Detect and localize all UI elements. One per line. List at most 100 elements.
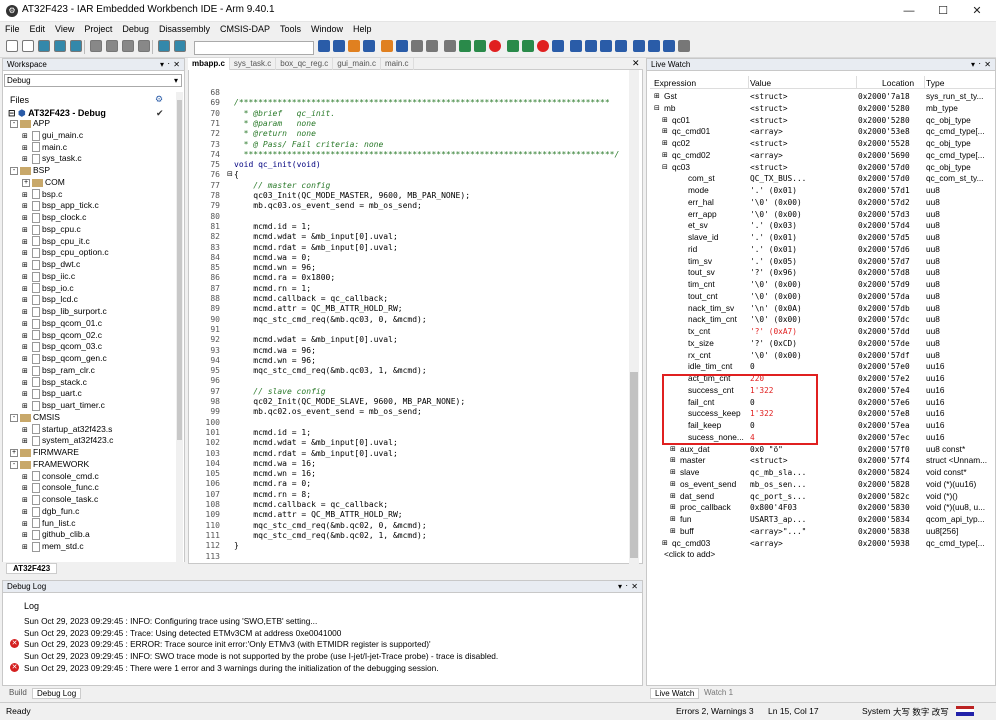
tree-scrollbar[interactable] bbox=[176, 92, 183, 562]
watch-row[interactable]: idle_tim_cnt 0 0x2000'57e0 uu16 bbox=[650, 361, 992, 373]
watch-row[interactable]: ⊞ qc_cmd01 <array> 0x2000'53e8 qc_cmd_type[.… bbox=[650, 126, 992, 138]
watch-row[interactable]: ⊞ os_event_send mb_os_sen... 0x2000'5828 voi… bbox=[650, 479, 992, 491]
tree-expander-icon[interactable]: - bbox=[10, 413, 18, 422]
expander-icon[interactable]: ⊞ bbox=[670, 491, 676, 503]
watch-row[interactable]: ⊟ qc03 <struct> 0x2000'57d0 qc_obj_type bbox=[650, 162, 992, 174]
tree-file[interactable]: ⊞ bsp_stack.c bbox=[22, 377, 87, 389]
tree-file[interactable]: ⊞ bsp_cpu.c bbox=[22, 224, 81, 236]
col-type[interactable]: Type bbox=[926, 78, 944, 88]
bookmark-icon[interactable] bbox=[348, 40, 360, 52]
watch-row[interactable]: tx_cnt '?' (0xA7) 0x2000'57dd uu8 bbox=[650, 326, 992, 338]
editor-scroll-thumb[interactable] bbox=[630, 372, 638, 558]
cut-icon[interactable] bbox=[90, 40, 102, 52]
breakpoint-add-icon[interactable] bbox=[381, 40, 393, 52]
copy-icon[interactable] bbox=[106, 40, 118, 52]
menu-tools[interactable]: Tools bbox=[275, 22, 306, 36]
col-location[interactable]: Location bbox=[882, 78, 914, 88]
watch-row[interactable]: ⊞ dat_send qc_port_s... 0x2000'582c void (*)… bbox=[650, 491, 992, 503]
editor-tab[interactable]: mbapp.c bbox=[188, 58, 230, 70]
watch-row[interactable]: ⊞ Gst <struct> 0x2000'7a18 sys_run_st_ty... bbox=[650, 91, 992, 103]
expander-icon[interactable]: ⊞ bbox=[662, 150, 668, 162]
tree-folder[interactable]: - FRAMEWORK bbox=[10, 459, 89, 471]
watch-row[interactable]: ⊞ fun USART3_ap... 0x2000'5834 qcom_api_typ.… bbox=[650, 514, 992, 526]
watch-row[interactable]: <click to add> bbox=[650, 549, 992, 561]
expander-icon[interactable]: ⊞ bbox=[662, 115, 668, 127]
panel-close-icon[interactable]: ▾ ᛫ ✕ bbox=[160, 59, 180, 70]
tree-file[interactable]: ⊞ dgb_fun.c bbox=[22, 506, 79, 518]
minimize-icon[interactable]: — bbox=[892, 2, 926, 20]
save-all-icon[interactable] bbox=[54, 40, 66, 52]
goto-prev-icon[interactable] bbox=[363, 40, 375, 52]
watch-row[interactable]: ⊞ aux_dat 0x0 "ö" 0x2000'57f0 uu8 const* bbox=[650, 444, 992, 456]
build-icon[interactable] bbox=[474, 40, 486, 52]
watch-row[interactable]: tout_sv '?' (0x96) 0x2000'57d8 uu8 bbox=[650, 267, 992, 279]
editor-tab[interactable]: gui_main.c bbox=[333, 58, 381, 70]
editor-tab[interactable]: box_qc_reg.c bbox=[276, 58, 334, 70]
tree-file[interactable]: ⊞ console_cmd.c bbox=[22, 471, 99, 483]
menu-help[interactable]: Help bbox=[348, 22, 377, 36]
expander-icon[interactable]: ⊟ bbox=[662, 162, 668, 174]
tree-file[interactable]: ⊞ system_at32f423.c bbox=[22, 435, 113, 447]
tree-file[interactable]: ⊞ bsp.c bbox=[22, 189, 62, 201]
tree-file[interactable]: ⊞ bsp_qcom_01.c bbox=[22, 318, 102, 330]
watch-row[interactable]: tim_cnt '\0' (0x00) 0x2000'57d9 uu8 bbox=[650, 279, 992, 291]
find-next-icon[interactable] bbox=[333, 40, 345, 52]
expander-icon[interactable]: ⊞ bbox=[670, 467, 676, 479]
file-a-icon[interactable] bbox=[411, 40, 423, 52]
tree-file[interactable]: ⊞ bsp_dwt.c bbox=[22, 259, 80, 271]
configuration-select[interactable]: Debug ▾ bbox=[4, 74, 182, 87]
watch-row[interactable]: err_hal '\0' (0x00) 0x2000'57d2 uu8 bbox=[650, 197, 992, 209]
watch-row[interactable]: slave_id '.' (0x01) 0x2000'57d5 uu8 bbox=[650, 232, 992, 244]
tree-file[interactable]: ⊞ bsp_cpu_it.c bbox=[22, 236, 90, 248]
editor-tab[interactable]: sys_task.c bbox=[230, 58, 277, 70]
tree-file[interactable]: ⊞ startup_at32f423.s bbox=[22, 424, 112, 436]
swo-icon[interactable] bbox=[678, 40, 690, 52]
watch-row[interactable]: ⊞ qc_cmd03 <array> 0x2000'5938 qc_cmd_type[.… bbox=[650, 538, 992, 550]
tab-workspace-project[interactable]: AT32F423 bbox=[6, 563, 58, 574]
undo-icon[interactable] bbox=[158, 40, 170, 52]
close-icon[interactable]: ✕ bbox=[960, 2, 994, 20]
col-expression[interactable]: Expression bbox=[654, 78, 696, 88]
menu-debug[interactable]: Debug bbox=[117, 22, 154, 36]
watch-row[interactable]: ⊞ slave qc_mb_sla... 0x2000'5824 void const* bbox=[650, 467, 992, 479]
next-statement-icon[interactable] bbox=[600, 40, 612, 52]
expander-icon[interactable]: ⊞ bbox=[670, 514, 676, 526]
tree-expander-icon[interactable]: + bbox=[10, 448, 18, 457]
watch-row[interactable]: ⊞ proc_callback 0x800'4F03 0x2000'5830 void … bbox=[650, 502, 992, 514]
tree-file[interactable]: ⊞ sys_task.c bbox=[22, 153, 82, 165]
expander-icon[interactable]: ⊞ bbox=[662, 126, 668, 138]
tree-expander-icon[interactable]: + bbox=[22, 178, 30, 187]
tab-watch-1[interactable]: Watch 1 bbox=[700, 688, 737, 697]
tree-file[interactable]: ⊞ github_clib.a bbox=[22, 529, 90, 541]
file-b-icon[interactable] bbox=[426, 40, 438, 52]
menu-edit[interactable]: Edit bbox=[25, 22, 51, 36]
run-to-cursor-icon[interactable] bbox=[615, 40, 627, 52]
watch-row[interactable]: mode '.' (0x01) 0x2000'57d1 uu8 bbox=[650, 185, 992, 197]
expander-icon[interactable]: ⊞ bbox=[670, 502, 676, 514]
watch-row[interactable]: ⊞ qc01 <struct> 0x2000'5280 qc_obj_type bbox=[650, 115, 992, 127]
menu-window[interactable]: Window bbox=[306, 22, 348, 36]
stop-icon[interactable] bbox=[489, 40, 501, 52]
debug-icon[interactable] bbox=[507, 40, 519, 52]
expander-icon[interactable]: ⊞ bbox=[662, 138, 668, 150]
tree-file[interactable]: ⊞ bsp_io.c bbox=[22, 283, 74, 295]
tree-file[interactable]: ⊞ bsp_lcd.c bbox=[22, 294, 78, 306]
etm-icon[interactable] bbox=[663, 40, 675, 52]
menu-file[interactable]: File bbox=[0, 22, 25, 36]
expander-icon[interactable]: ⊞ bbox=[670, 455, 676, 467]
tree-file[interactable]: ⊞ bsp_cpu_option.c bbox=[22, 247, 109, 259]
tree-folder[interactable]: - CMSIS bbox=[10, 412, 60, 424]
editor-tab[interactable]: main.c bbox=[381, 58, 414, 70]
tree-file[interactable]: ⊞ bsp_ram_clr.c bbox=[22, 365, 95, 377]
paste2-icon[interactable] bbox=[138, 40, 150, 52]
menu-disassembly[interactable]: Disassembly bbox=[154, 22, 215, 36]
tab-debug-log[interactable]: Debug Log bbox=[32, 688, 82, 699]
tree-expander-icon[interactable]: - bbox=[10, 460, 18, 469]
step-over-icon[interactable] bbox=[552, 40, 564, 52]
tree-file[interactable]: ⊞ mem_std.c bbox=[22, 541, 84, 553]
goto-next-icon[interactable] bbox=[396, 40, 408, 52]
watch-row[interactable]: et_sv '.' (0x03) 0x2000'57d4 uu8 bbox=[650, 220, 992, 232]
go-icon[interactable] bbox=[522, 40, 534, 52]
redo-icon[interactable] bbox=[174, 40, 186, 52]
tree-expander-icon[interactable]: - bbox=[10, 119, 18, 128]
